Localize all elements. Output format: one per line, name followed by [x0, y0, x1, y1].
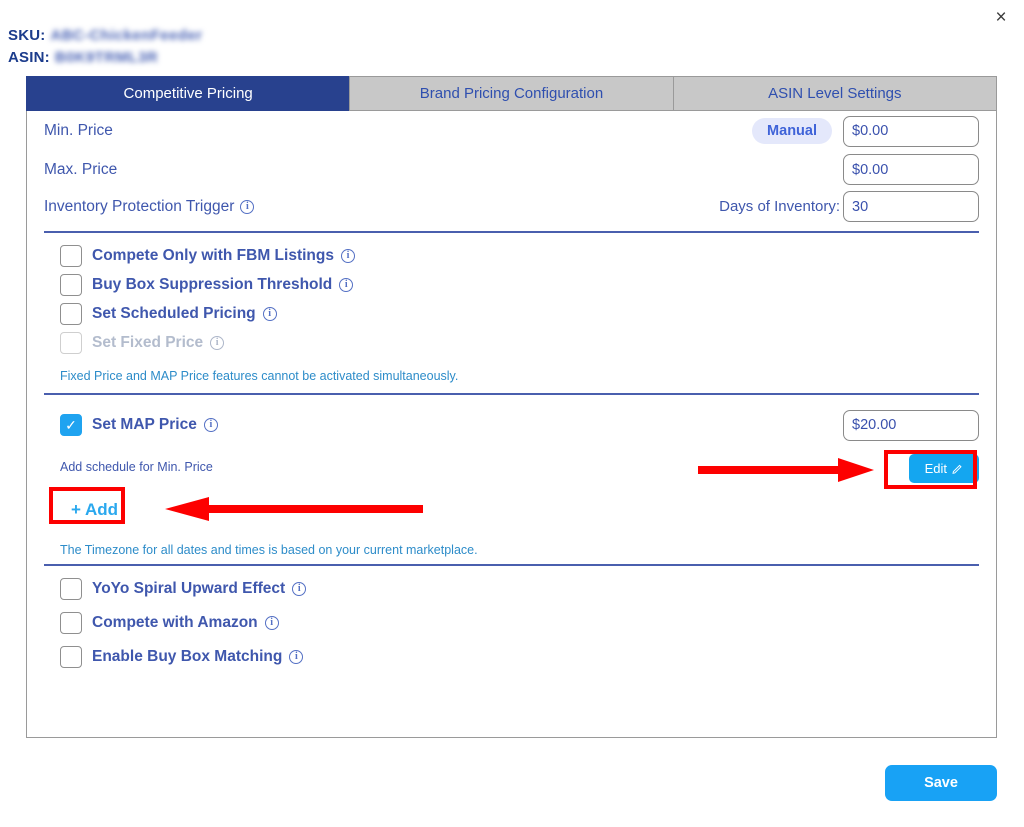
- tab-label: Brand Pricing Configuration: [419, 85, 604, 102]
- info-icon[interactable]: i: [262, 306, 277, 321]
- timezone-note: The Timezone for all dates and times is …: [60, 543, 478, 557]
- map-price-row: ✓ Set MAP Price i: [44, 405, 979, 445]
- checkbox[interactable]: [60, 273, 82, 296]
- tab-brand-pricing-configuration[interactable]: Brand Pricing Configuration: [349, 76, 673, 111]
- map-price-input[interactable]: [843, 409, 979, 441]
- option-set-fixed-price: Set Fixed Price i: [44, 328, 979, 357]
- label-text: Set MAP Price: [92, 416, 197, 433]
- tab-label: ASIN Level Settings: [768, 85, 902, 102]
- competitive-pricing-panel: Min. Price Manual Max. Price Inventory P…: [26, 111, 997, 738]
- sku-value: ABC-ChickenFeeder: [50, 26, 203, 44]
- option-buy-box-suppression-threshold[interactable]: Buy Box Suppression Threshold i: [44, 270, 979, 299]
- label-text: Set Scheduled Pricing: [92, 304, 256, 322]
- tab-asin-level-settings[interactable]: ASIN Level Settings: [672, 76, 997, 111]
- tab-label: Competitive Pricing: [123, 85, 253, 102]
- label-text: Set Fixed Price: [92, 333, 204, 351]
- option-compete-only-fbm[interactable]: Compete Only with FBM Listings i: [44, 241, 979, 270]
- label-text: Enable Buy Box Matching: [92, 647, 283, 665]
- identifier-block: SKU: ABC-ChickenFeeder ASIN: B0K9TRML3R: [8, 24, 202, 68]
- checkbox[interactable]: ✓: [60, 414, 82, 436]
- sku-row: SKU: ABC-ChickenFeeder: [8, 24, 202, 46]
- checkbox[interactable]: [60, 302, 82, 325]
- option-label: Compete Only with FBM Listings i: [92, 247, 355, 265]
- min-price-mode-badge[interactable]: Manual: [752, 118, 832, 144]
- info-icon[interactable]: i: [340, 248, 355, 263]
- label-text: Buy Box Suppression Threshold: [92, 275, 333, 293]
- option-label: YoYo Spiral Upward Effect i: [92, 579, 307, 598]
- info-icon[interactable]: i: [240, 199, 255, 214]
- info-icon[interactable]: i: [264, 615, 279, 630]
- asin-row: ASIN: B0K9TRML3R: [8, 46, 202, 68]
- inventory-protection-trigger-label: Inventory Protection Trigger i: [44, 197, 255, 216]
- asin-value: B0K9TRML3R: [54, 48, 159, 66]
- edit-schedule-button[interactable]: Edit: [908, 454, 979, 483]
- map-price-label: Set MAP Price i: [92, 416, 218, 434]
- option-label: Set Fixed Price i: [92, 333, 225, 352]
- label-text: Inventory Protection Trigger: [44, 197, 235, 215]
- info-icon[interactable]: i: [289, 649, 304, 664]
- info-icon: i: [210, 335, 225, 350]
- max-price-row: Max. Price: [44, 151, 979, 188]
- schedule-label: Add schedule for Min. Price: [60, 460, 213, 474]
- option-compete-with-amazon[interactable]: Compete with Amazon i: [44, 608, 979, 637]
- check-icon: ✓: [65, 417, 77, 433]
- option-label: Compete with Amazon i: [92, 614, 279, 632]
- days-of-inventory-input[interactable]: [843, 191, 979, 222]
- schedule-row: Add schedule for Min. Price Edit: [44, 454, 979, 492]
- add-schedule-button[interactable]: + Add: [60, 496, 130, 524]
- checkbox[interactable]: [60, 645, 82, 668]
- option-label: Buy Box Suppression Threshold i: [92, 275, 354, 294]
- divider: [44, 231, 979, 233]
- option-label: Enable Buy Box Matching i: [92, 647, 304, 666]
- option-yoyo-spiral-upward-effect[interactable]: YoYo Spiral Upward Effect i: [44, 574, 979, 603]
- asin-label: ASIN:: [8, 48, 50, 66]
- checkbox[interactable]: [60, 577, 82, 600]
- pricing-settings-dialog: × SKU: ABC-ChickenFeeder ASIN: B0K9TRML3…: [0, 0, 1024, 827]
- add-schedule-wrapper: + Add: [44, 496, 979, 524]
- max-price-label: Max. Price: [44, 160, 118, 178]
- label-text: Compete with Amazon: [92, 613, 258, 631]
- min-price-row: Min. Price Manual: [44, 111, 979, 151]
- label-text: YoYo Spiral Upward Effect: [92, 579, 286, 597]
- option-label: Set Scheduled Pricing i: [92, 305, 277, 323]
- divider: [44, 564, 979, 566]
- divider: [44, 393, 979, 395]
- fixed-price-note: Fixed Price and MAP Price features canno…: [60, 369, 459, 383]
- info-icon[interactable]: i: [339, 277, 354, 292]
- checkbox: [60, 331, 82, 354]
- label-text: Compete Only with FBM Listings: [92, 246, 334, 264]
- days-of-inventory-label: Days of Inventory:: [719, 198, 840, 215]
- pencil-icon: [952, 464, 962, 474]
- tab-bar: Competitive Pricing Brand Pricing Config…: [26, 76, 997, 111]
- min-price-input[interactable]: [843, 115, 979, 147]
- edit-button-label: Edit: [924, 461, 947, 476]
- max-price-input[interactable]: [843, 154, 979, 185]
- checkbox[interactable]: [60, 244, 82, 267]
- sku-label: SKU:: [8, 26, 46, 44]
- option-enable-buy-box-matching[interactable]: Enable Buy Box Matching i: [44, 642, 979, 671]
- tab-competitive-pricing[interactable]: Competitive Pricing: [26, 76, 350, 111]
- info-icon[interactable]: i: [203, 418, 218, 432]
- close-icon[interactable]: ×: [988, 4, 1014, 30]
- save-button[interactable]: Save: [885, 765, 997, 801]
- option-set-scheduled-pricing[interactable]: Set Scheduled Pricing i: [44, 299, 979, 328]
- min-price-label: Min. Price: [44, 122, 113, 139]
- inventory-protection-trigger-row: Inventory Protection Trigger i Days of I…: [44, 188, 979, 225]
- checkbox[interactable]: [60, 611, 82, 634]
- info-icon[interactable]: i: [292, 581, 307, 596]
